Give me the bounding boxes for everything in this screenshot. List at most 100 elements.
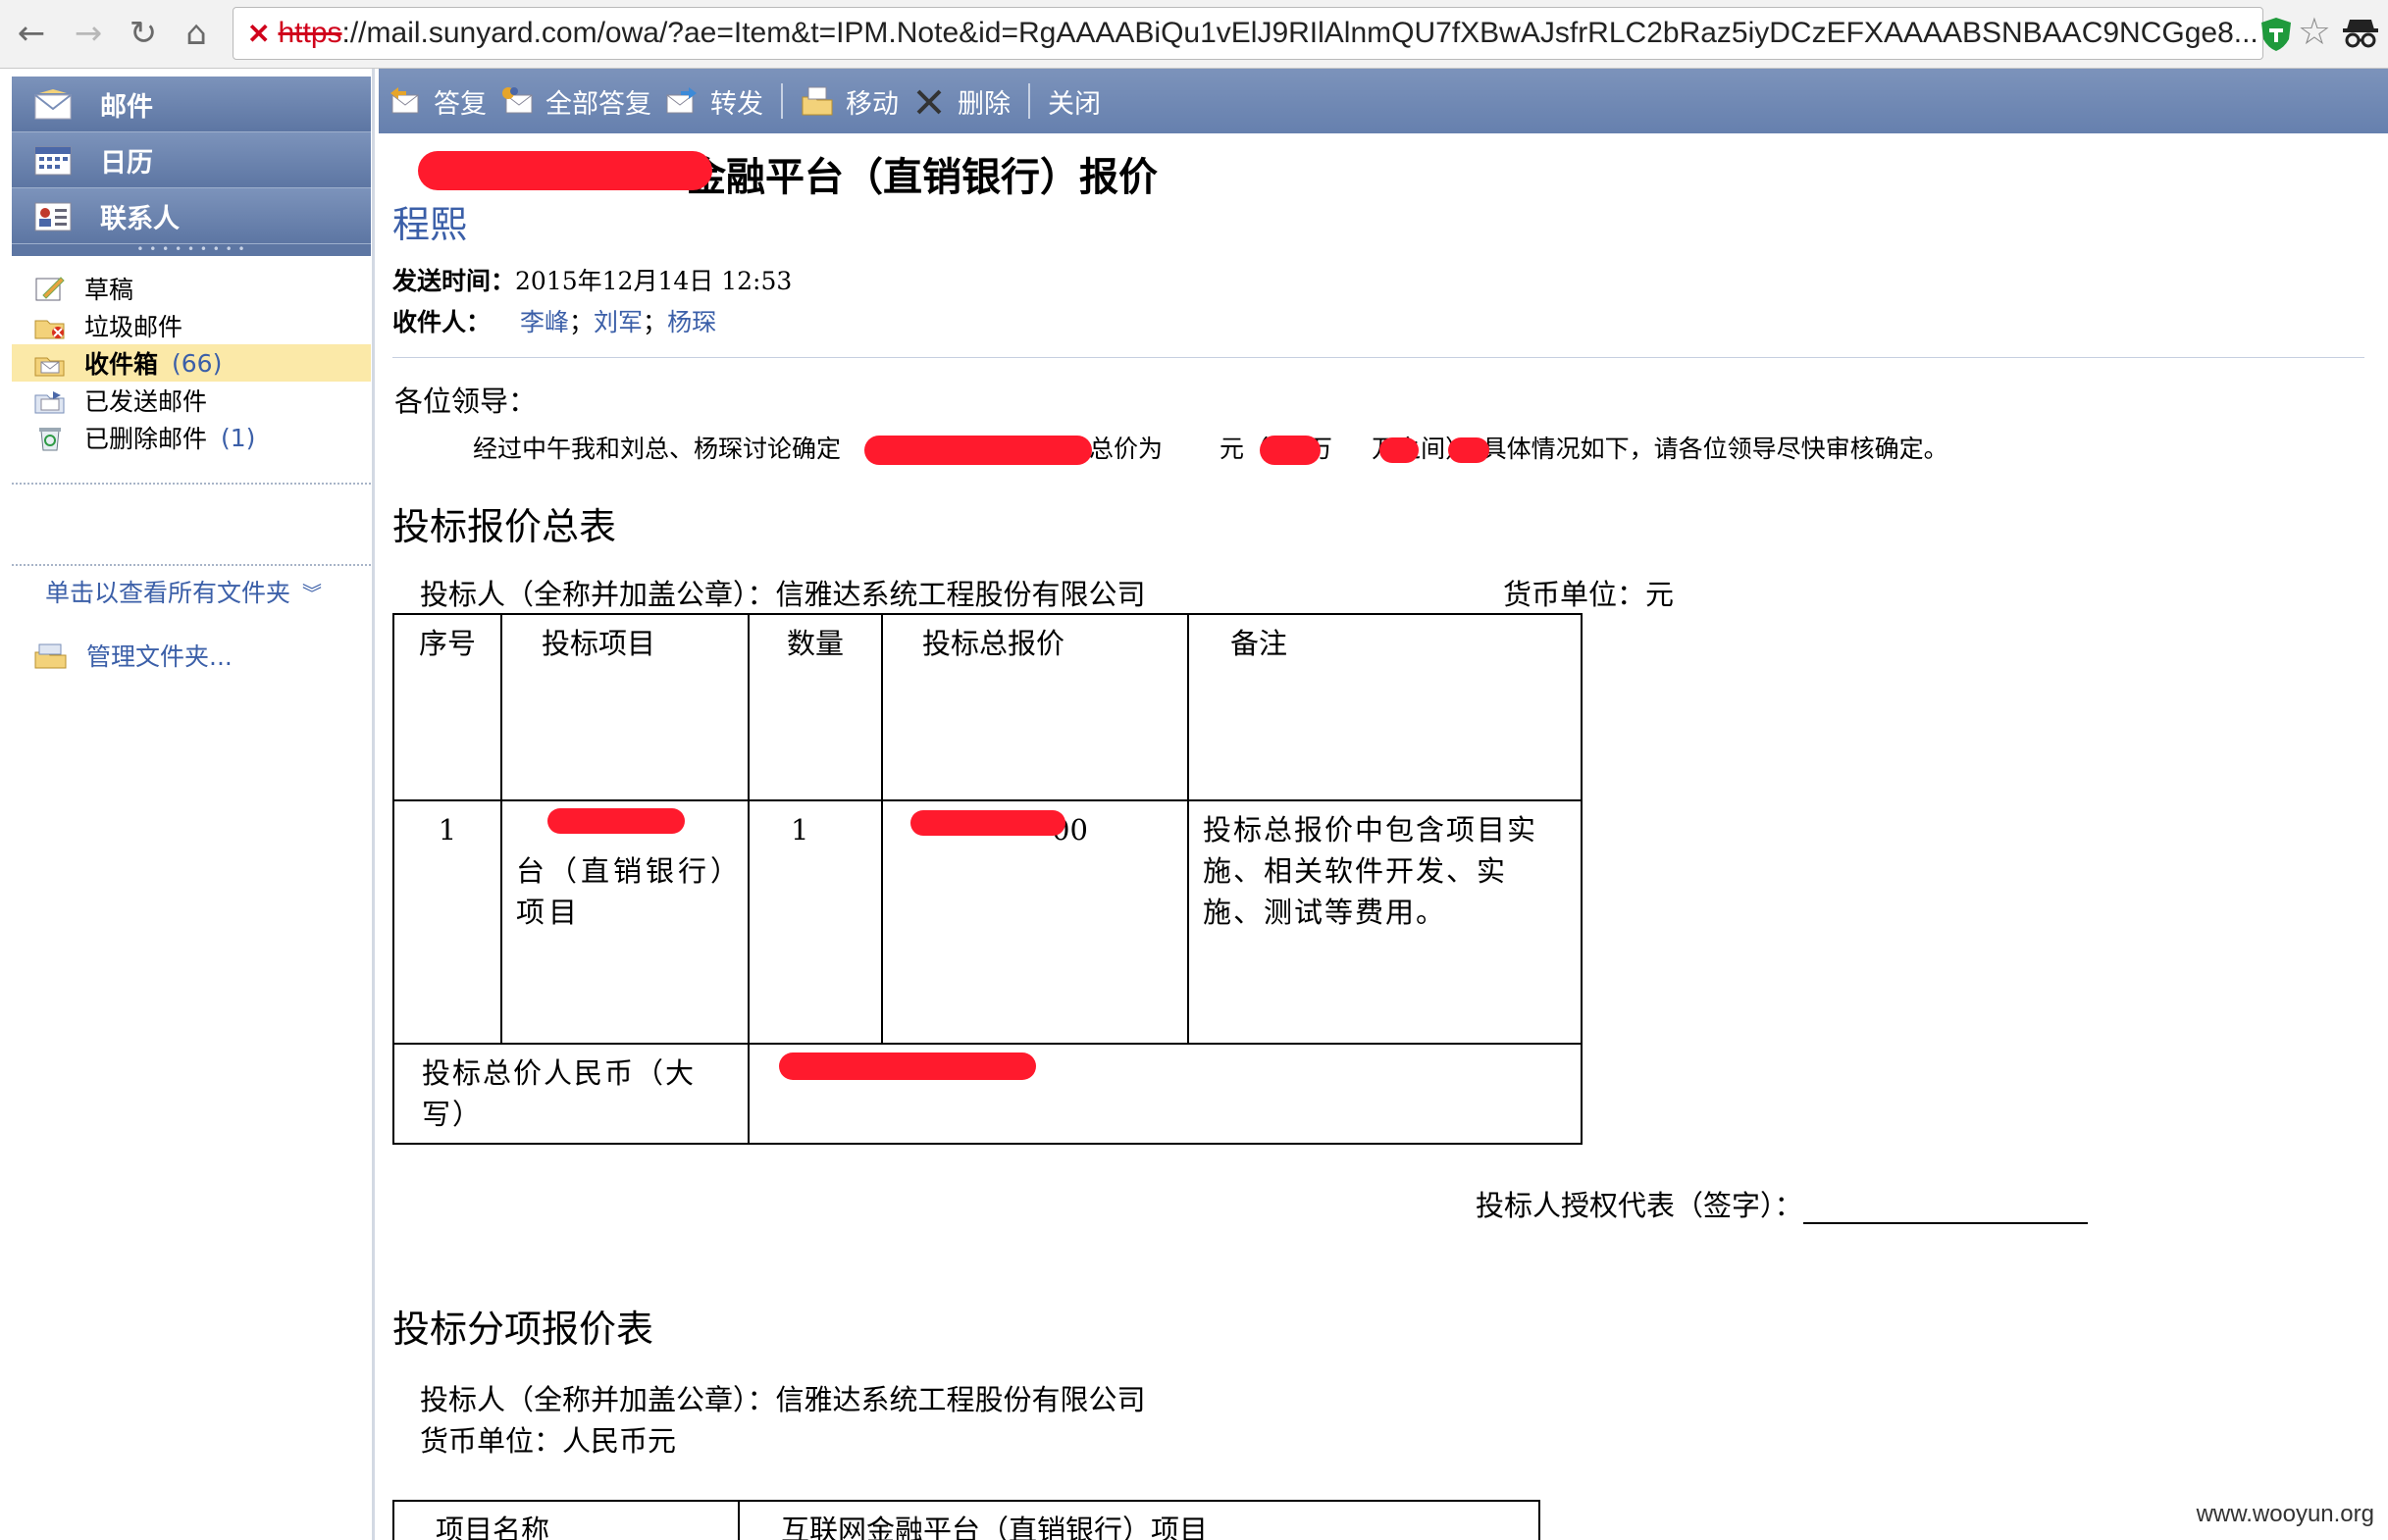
divider	[12, 483, 371, 485]
table-cell-price: 00	[881, 799, 1189, 1045]
divider	[12, 564, 371, 566]
module-switcher: 邮件 日历 联系人 • • • • • • • • •	[12, 77, 371, 256]
reply-icon	[390, 87, 419, 114]
to-label: 收件人：	[392, 308, 492, 336]
reply-label: 答复	[434, 88, 487, 120]
redaction-mark	[1379, 437, 1419, 463]
table-cell-no: 1	[392, 799, 502, 1045]
deleted-count: (1)	[221, 423, 256, 452]
manage-folders-label: 管理文件夹...	[86, 642, 233, 671]
deleted-icon	[39, 428, 61, 451]
url-text: ://mail.sunyard.com/owa/?ae=Item&t=IPM.N…	[341, 17, 2258, 49]
toolbar-separator	[1028, 83, 1030, 119]
currency-line: 货币单位：人民币元	[420, 1424, 677, 1458]
reply-all-icon	[502, 87, 533, 114]
sender-name[interactable]: 程熙	[392, 194, 467, 248]
forward-label: 转发	[710, 88, 763, 120]
redaction-mark	[418, 151, 712, 190]
table-header-cell: 投标项目	[500, 613, 750, 801]
module-label: 日历	[100, 147, 153, 179]
folder-list: 草稿 垃圾邮件 收件箱 (66) 已发送邮件 已删除邮件 (1)	[12, 270, 371, 456]
table-cell-qty: 1	[748, 799, 883, 1045]
all-folders-link[interactable]: 单击以查看所有文件夹 ︾	[45, 574, 322, 609]
resize-grip[interactable]: • • • • • • • • •	[12, 243, 371, 256]
table-cell-note: 投标总报价中包含项目实施、相关软件开发、实施、测试等费用。	[1187, 799, 1583, 1045]
manage-folders-link[interactable]: 管理文件夹...	[33, 638, 233, 673]
table-cell: 项目名称	[392, 1500, 740, 1540]
sent-label: 发送时间：	[392, 267, 516, 295]
home-icon[interactable]: ⌂	[173, 10, 220, 57]
folder-drafts[interactable]: 草稿	[12, 270, 371, 307]
module-contacts[interactable]: 联系人	[12, 188, 371, 244]
move-button[interactable]: 移动	[801, 82, 899, 121]
delete-icon	[916, 89, 942, 115]
redaction-mark	[1260, 436, 1321, 465]
redaction-mark	[779, 1052, 1036, 1080]
recipient-link[interactable]: 李峰	[520, 303, 569, 338]
toolbar-separator	[781, 83, 783, 119]
folder-label: 草稿	[84, 276, 134, 304]
forward-button[interactable]: 转发	[665, 82, 763, 121]
table-header-cell: 备注	[1187, 613, 1583, 801]
table-header-cell: 数量	[748, 613, 883, 801]
folder-label: 已删除邮件	[84, 425, 208, 453]
address-bar[interactable]: ✕ https://mail.sunyard.com/owa/?ae=Item&…	[233, 7, 2263, 60]
bookmark-star-icon[interactable]: ☆	[2298, 10, 2331, 53]
module-mail[interactable]: 邮件	[12, 77, 371, 132]
body-text: 经过中午我和刘总、杨琛讨论确定	[473, 435, 842, 463]
reload-icon[interactable]: ↻	[120, 10, 167, 57]
contacts-icon	[34, 202, 72, 231]
table-cell-project: 台（直销银行）项目	[500, 799, 750, 1045]
all-folders-label: 单击以查看所有文件夹	[45, 579, 291, 607]
to-row: 收件人： 李峰； 刘军； 杨琛	[392, 300, 792, 341]
recipient-link[interactable]: 刘军	[594, 303, 643, 338]
reply-button[interactable]: 答复	[389, 82, 487, 121]
module-label: 邮件	[100, 91, 153, 123]
table-header-row: 序号 投标项目 数量 投标总报价 备注	[392, 613, 1583, 801]
folder-deleted[interactable]: 已删除邮件 (1)	[12, 419, 371, 456]
mail-icon	[34, 89, 72, 120]
redaction-mark	[864, 436, 1092, 465]
bidder-line: 投标人（全称并加盖公章）：信雅达系统工程股份有限公司	[420, 578, 1146, 611]
table-header-cell: 投标总报价	[881, 613, 1189, 801]
folder-label: 收件箱	[84, 350, 159, 379]
shield-extension-icon[interactable]	[2258, 16, 2294, 53]
folder-inbox[interactable]: 收件箱 (66)	[12, 344, 371, 382]
recipient-separator: ；	[569, 308, 595, 336]
redaction-mark	[1448, 437, 1489, 463]
back-icon[interactable]: ←	[8, 10, 55, 57]
folder-label: 已发送邮件	[84, 387, 208, 416]
folder-label: 垃圾邮件	[84, 313, 183, 341]
folder-junk[interactable]: 垃圾邮件	[12, 307, 371, 344]
recipient-link[interactable]: 杨琛	[667, 303, 716, 338]
delete-button[interactable]: 删除	[912, 82, 1011, 121]
reply-all-label: 全部答复	[545, 88, 651, 120]
sent-value: 2015年12月14日 12:53	[515, 267, 793, 295]
unread-count: (66)	[172, 348, 223, 378]
sent-icon	[34, 391, 65, 414]
url-scheme: https	[278, 17, 342, 49]
currency-line: 货币单位：元	[1503, 578, 1675, 611]
section-title-summary: 投标报价总表	[392, 505, 617, 548]
inbox-icon	[34, 357, 65, 377]
forward-icon	[666, 87, 697, 114]
left-navigation: 邮件 日历 联系人 • • • • • • • • • 草稿 垃圾邮件 收件箱 …	[0, 69, 375, 1540]
signature-blank	[1802, 1195, 2088, 1224]
close-button[interactable]: 关闭	[1048, 82, 1101, 121]
browser-chrome: ← → ↻ ⌂ ✕ https://mail.sunyard.com/owa/?…	[0, 0, 2388, 69]
reply-all-button[interactable]: 全部答复	[500, 82, 651, 121]
table-row: 项目名称 互联网金融平台（直销银行）项目	[392, 1500, 1540, 1540]
manage-folders-icon	[34, 643, 67, 669]
message-header: 发送时间： 2015年12月14日 12:53 收件人： 李峰； 刘军； 杨琛	[392, 259, 792, 341]
bidder-line: 投标人（全称并加盖公章）：信雅达系统工程股份有限公司	[420, 1383, 1146, 1416]
forward-icon[interactable]: →	[65, 10, 112, 57]
redaction-mark	[547, 808, 685, 834]
watermark: www.wooyun.org	[2196, 1501, 2374, 1527]
reading-pane: 金融平台（直销银行）报价 程熙 发送时间： 2015年12月14日 12:53 …	[379, 133, 2388, 1540]
incognito-icon[interactable]	[2341, 14, 2380, 53]
table-header-cell: 序号	[392, 613, 502, 801]
recipient-separator: ；	[643, 308, 668, 336]
move-icon	[802, 86, 833, 116]
module-calendar[interactable]: 日历	[12, 132, 371, 188]
folder-sent[interactable]: 已发送邮件	[12, 382, 371, 419]
